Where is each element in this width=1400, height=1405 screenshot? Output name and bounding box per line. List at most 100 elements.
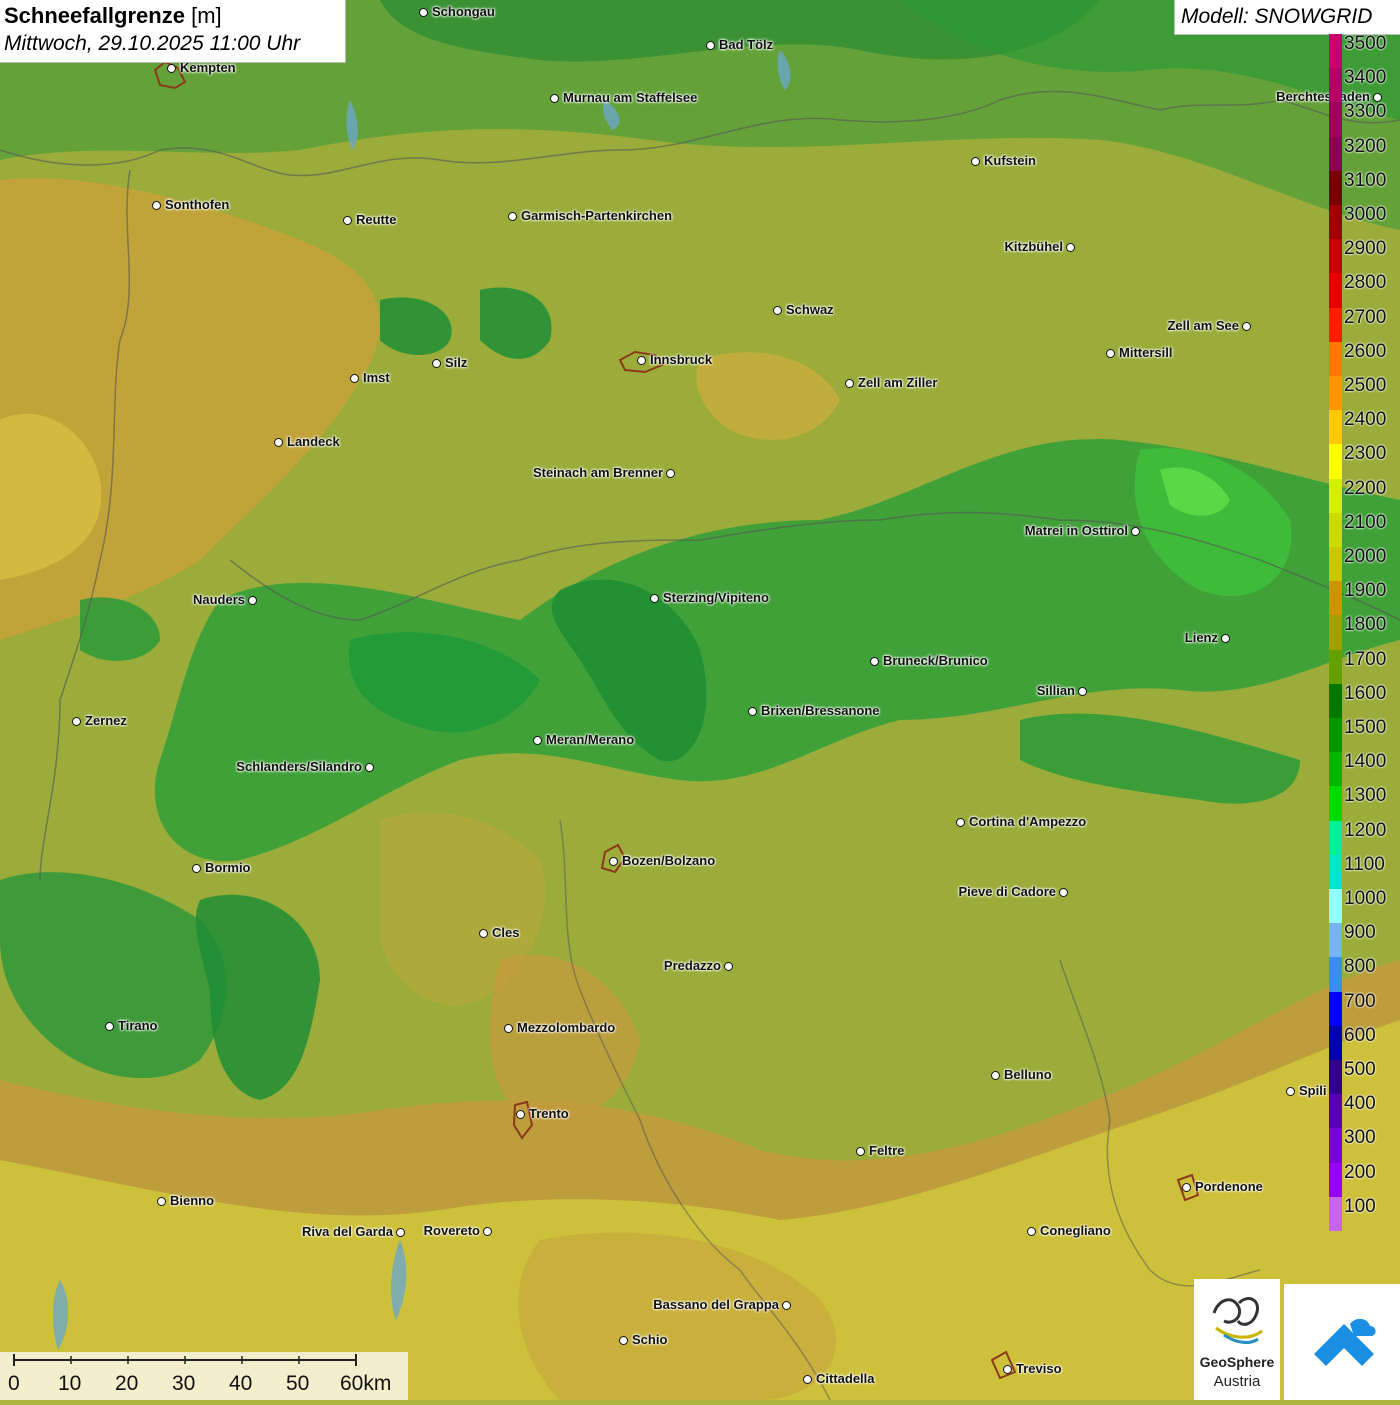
city-marker-icon (1003, 1365, 1012, 1374)
legend-value-label: 1000 (1344, 888, 1387, 909)
legend-value-label: 3100 (1344, 169, 1387, 191)
city-label: Riva del Garda (301, 1224, 393, 1239)
city-marker-icon (1078, 687, 1087, 696)
scale-tick-30: 30 (172, 1372, 196, 1395)
title-panel: Schneefallgrenze [m] Mittwoch, 29.10.202… (0, 0, 346, 63)
legend-value-label: 3500 (1344, 33, 1387, 54)
city-marker-icon (1106, 349, 1115, 358)
city-marker-icon (1242, 322, 1251, 331)
geosphere-logo[interactable]: GeoSphere Austria (1194, 1279, 1280, 1400)
legend-color-swatch (1329, 68, 1342, 103)
city-label: Pieve di Cadore (958, 884, 1056, 899)
geosphere-emblem-icon (1212, 1297, 1263, 1344)
legend-color-swatch (1329, 341, 1342, 377)
legend-color-swatch (1329, 444, 1342, 480)
city-marker-icon (619, 1336, 628, 1345)
city-label: Nauders (192, 592, 245, 607)
city-marker-icon (248, 596, 257, 605)
legend-value-label: 2300 (1344, 443, 1387, 465)
city-marker-icon (508, 212, 517, 221)
city-label: Rovereto (423, 1223, 480, 1238)
city-label: Silz (445, 355, 468, 370)
city-label: Matrei in Osttirol (1024, 523, 1128, 538)
city-marker-icon (516, 1110, 525, 1119)
city-marker-icon (991, 1071, 1000, 1080)
city-label: Bad Tölz (719, 37, 774, 52)
geosphere-logo-line1: GeoSphere (1199, 1354, 1275, 1370)
city-marker-icon (157, 1197, 166, 1206)
legend-color-swatch (1329, 410, 1342, 445)
city-label: Conegliano (1040, 1223, 1111, 1238)
city-marker-icon (845, 379, 854, 388)
model-panel: Modell: SNOWGRID (1174, 0, 1400, 35)
legend-value-label: 1100 (1344, 853, 1385, 875)
city-label: Murnau am Staffelsee (563, 90, 698, 105)
scale-tick-50: 50 (286, 1372, 310, 1395)
legend-value-label: 300 (1344, 1127, 1376, 1149)
city-label: Bienno (170, 1193, 215, 1208)
city-marker-icon (504, 1024, 513, 1033)
legend-color-swatch (1329, 1128, 1342, 1164)
legend-color-swatch (1329, 786, 1342, 822)
legend-color-swatch (1329, 136, 1342, 172)
scale-tick-10: 10 (58, 1372, 82, 1395)
legend-color-swatch (1329, 102, 1342, 138)
legend-color-swatch (1329, 307, 1342, 343)
legend-color-swatch (1329, 1196, 1342, 1232)
city-label: Predazzo (663, 958, 721, 973)
legend-color-swatch (1329, 1025, 1342, 1061)
city-label: Bruneck/Brunico (883, 653, 988, 668)
scale-tick-0: 0 (8, 1372, 20, 1395)
city-label: Mittersill (1119, 345, 1173, 360)
legend-value-label: 1700 (1344, 648, 1387, 670)
city-label: Cittadella (816, 1371, 875, 1386)
legend-value-label: 2200 (1344, 477, 1387, 499)
city-label: Schio (632, 1332, 668, 1347)
legend-value-label: 3000 (1344, 204, 1387, 225)
legend-value-label: 700 (1344, 990, 1376, 1012)
city-label: Steinach am Brenner (532, 465, 663, 480)
city-label: Feltre (869, 1143, 905, 1158)
legend-color-swatch (1329, 718, 1342, 753)
city-marker-icon (396, 1228, 405, 1237)
legend-value-label: 400 (1344, 1093, 1376, 1115)
legend-value-label: 500 (1344, 1059, 1376, 1080)
legend-color-swatch (1329, 205, 1342, 240)
legend-value-label: 2500 (1344, 375, 1387, 396)
legend-color-swatch (1329, 820, 1342, 856)
city-marker-icon (274, 438, 283, 447)
city-marker-icon (483, 1227, 492, 1236)
legend-value-label: 1200 (1344, 819, 1387, 841)
legend-color-swatch (1329, 170, 1342, 206)
legend-value-label: 100 (1344, 1195, 1376, 1217)
app-logo[interactable] (1284, 1284, 1400, 1400)
legend-value-label: 1400 (1344, 751, 1387, 773)
city-label: Brixen/Bressanone (761, 703, 880, 718)
city-marker-icon (343, 216, 352, 225)
city-marker-icon (550, 94, 559, 103)
city-label: Zell am See (1167, 318, 1239, 333)
legend-value-label: 3200 (1344, 135, 1387, 157)
city-label: Zell am Ziller (858, 375, 938, 390)
city-marker-icon (870, 657, 879, 666)
city-label: Mezzolombardo (517, 1020, 616, 1035)
legend-color-swatch (1329, 991, 1342, 1027)
city-label: Lienz (1184, 630, 1218, 645)
city-label: Bassano del Grappa (653, 1297, 779, 1312)
legend-color-swatch (1329, 1060, 1342, 1095)
city-label: Trento (529, 1106, 569, 1121)
city-label: Tirano (118, 1018, 158, 1033)
city-marker-icon (650, 594, 659, 603)
city-label: Sillian (1036, 683, 1075, 698)
city-marker-icon (105, 1022, 114, 1031)
city-label: Schlanders/Silandro (236, 759, 362, 774)
legend-value-label: 3300 (1344, 101, 1387, 123)
legend-color-swatch (1329, 649, 1342, 685)
legend-value-label: 2400 (1344, 409, 1387, 431)
legend-color-swatch (1329, 478, 1342, 514)
legend-value-label: 1800 (1344, 614, 1387, 636)
city-label: Reutte (356, 212, 397, 227)
legend-value-label: 2800 (1344, 272, 1387, 294)
title-unit: [m] (191, 3, 222, 28)
legend-color-swatch (1329, 683, 1342, 719)
